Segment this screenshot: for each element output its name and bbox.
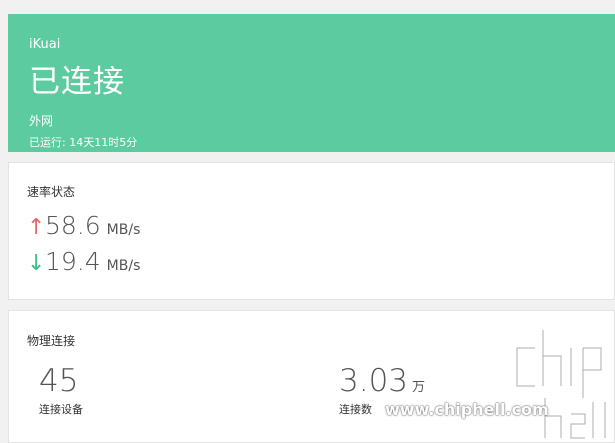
- connected-devices-label: 连接设备: [39, 403, 83, 416]
- download-rate-unit: MB/s: [106, 258, 141, 274]
- connection-count-value: 3.03: [339, 363, 409, 399]
- upload-rate-unit: MB/s: [106, 222, 141, 238]
- arrow-up-icon: ↑: [27, 215, 46, 240]
- speed-status-card: 速率状态 ↑ 58.6 MB/s ↓ 19.4 MB/s: [8, 162, 615, 300]
- brand-name: iKuai: [29, 37, 61, 52]
- download-rate-value: 19.4: [45, 247, 101, 276]
- arrow-down-icon: ↓: [27, 251, 46, 276]
- uptime-label: 已运行:: [29, 136, 70, 149]
- uptime-value: 14天11时5分: [69, 136, 138, 149]
- speed-card-title: 速率状态: [27, 185, 76, 199]
- upload-rate: ↑ 58.6 MB/s: [27, 211, 140, 241]
- connections-card-title: 物理连接: [27, 334, 76, 348]
- connection-count-label: 连接数: [339, 403, 372, 416]
- upload-rate-value: 58.6: [45, 211, 101, 240]
- connection-count-stat: 3.03 万 连接数: [339, 363, 425, 417]
- connection-status: 已连接: [29, 64, 125, 100]
- connection-count-suffix: 万: [412, 380, 426, 395]
- download-rate: ↓ 19.4 MB/s: [27, 247, 140, 277]
- uptime: 已运行: 14天11时5分: [29, 136, 137, 150]
- connection-status-card: iKuai 已连接 外网 已运行: 14天11时5分: [8, 14, 615, 152]
- network-type: 外网: [29, 114, 54, 128]
- connected-devices-stat: 45 连接设备: [39, 363, 83, 417]
- physical-connections-card: 物理连接 45 连接设备 3.03 万 连接数: [8, 310, 615, 443]
- connected-devices-value: 45: [39, 363, 79, 399]
